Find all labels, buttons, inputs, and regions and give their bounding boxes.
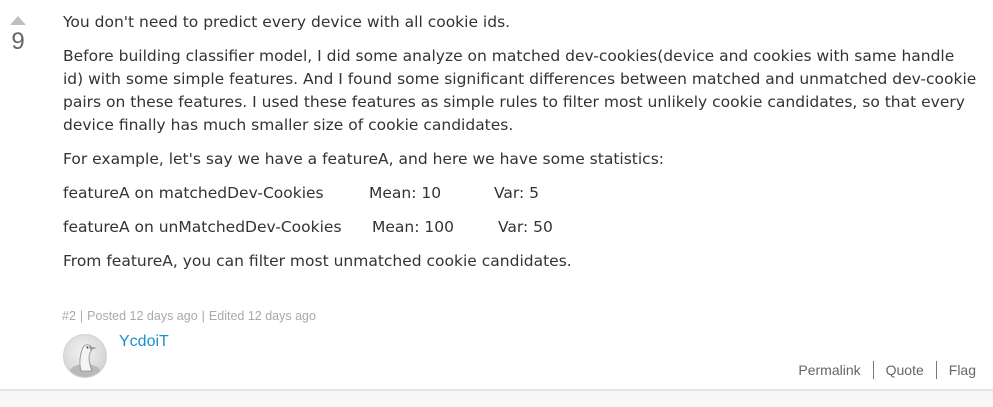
stat-label: featureA on matchedDev-Cookies [63,184,324,202]
goose-avatar-icon [69,344,101,377]
next-post-area [0,391,993,407]
posted-time: Posted 12 days ago [87,309,198,323]
vote-count: 9 [11,28,25,55]
post-number-link[interactable]: #2 [62,309,76,323]
action-divider [872,361,874,379]
stat-label: featureA on unMatchedDev-Cookies [63,218,342,236]
meta-separator: | [201,309,205,323]
forum-post: 9 You don't need to predict every device… [0,0,993,390]
action-divider [935,361,937,379]
post-meta: #2 | Posted 12 days ago | Edited 12 days ago [62,309,316,323]
stat-var: Var: 50 [498,218,553,236]
post-paragraph: Before building classifier model, I did … [63,47,977,134]
author-name-link[interactable]: YcdoiT [119,333,169,351]
post-body: You don't need to predict every device w… [63,11,978,284]
author-avatar[interactable] [63,334,107,378]
stat-mean: Mean: 100 [372,218,454,236]
flag-link[interactable]: Flag [949,362,976,378]
stat-mean: Mean: 10 [369,184,442,202]
post-actions: Permalink Quote Flag [798,361,976,379]
permalink-link[interactable]: Permalink [798,362,860,378]
quote-link[interactable]: Quote [886,362,924,378]
post-paragraph: You don't need to predict every device w… [63,13,511,31]
stat-var: Var: 5 [494,184,540,202]
post-paragraph: For example, let's say we have a feature… [63,150,664,168]
vote-widget: 9 [6,16,30,55]
post-closing: From featureA, you can filter most unmat… [63,252,572,270]
upvote-triangle-icon[interactable] [10,16,26,25]
meta-separator: | [79,309,84,323]
edited-time: Edited 12 days ago [208,309,316,323]
stat-row: featureA on unMatchedDev-Cookies Mean: 1… [63,216,978,239]
stat-row: featureA on matchedDev-Cookies Mean: 10 … [63,182,978,205]
